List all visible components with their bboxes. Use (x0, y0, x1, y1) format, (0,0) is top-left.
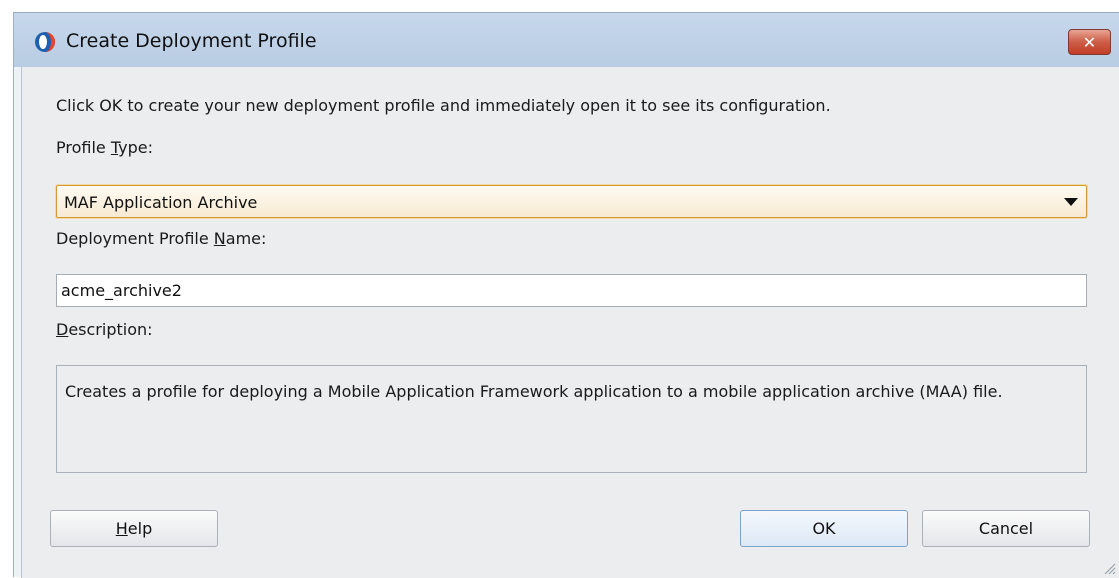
profile-name-label-prefix: Deployment Profile (56, 229, 214, 248)
profile-name-input[interactable] (56, 274, 1087, 307)
title-bar[interactable]: Create Deployment Profile ✕ (14, 13, 1119, 67)
profile-type-label-prefix: Profile (56, 138, 111, 157)
profile-type-dropdown[interactable]: MAF Application Archive (56, 185, 1087, 218)
help-mnemonic: H (115, 519, 128, 538)
dialog-window: Create Deployment Profile ✕ Click OK to … (13, 12, 1119, 578)
resize-grip-icon[interactable] (1102, 561, 1116, 575)
help-suffix: elp (127, 519, 153, 538)
ok-button-label: OK (812, 519, 836, 538)
instructions-text: Click OK to create your new deployment p… (56, 96, 831, 115)
profile-type-label: Profile Type: (56, 138, 153, 157)
oracle-jdeveloper-icon (35, 32, 55, 52)
description-mnemonic: D (56, 320, 69, 339)
cancel-button-label: Cancel (978, 519, 1034, 538)
help-button-label: Help (116, 519, 152, 538)
profile-name-mnemonic: N (213, 229, 226, 248)
chevron-down-icon[interactable] (1064, 198, 1078, 206)
description-label-suffix: escription: (68, 320, 153, 339)
help-button[interactable]: Help (50, 510, 218, 547)
cancel-button[interactable]: Cancel (922, 510, 1090, 547)
profile-type-label-suffix: ype: (118, 138, 153, 157)
profile-name-label: Deployment Profile Name: (56, 229, 266, 248)
ok-button[interactable]: OK (740, 510, 908, 547)
window-title: Create Deployment Profile (66, 30, 317, 52)
description-label: Description: (56, 320, 153, 339)
close-icon: ✕ (1082, 32, 1097, 52)
close-button[interactable]: ✕ (1068, 29, 1111, 55)
dialog-body: Click OK to create your new deployment p… (21, 67, 1119, 578)
profile-type-selected-value: MAF Application Archive (64, 193, 258, 212)
profile-name-label-suffix: ame: (225, 229, 267, 248)
description-text: Creates a profile for deploying a Mobile… (56, 365, 1087, 473)
